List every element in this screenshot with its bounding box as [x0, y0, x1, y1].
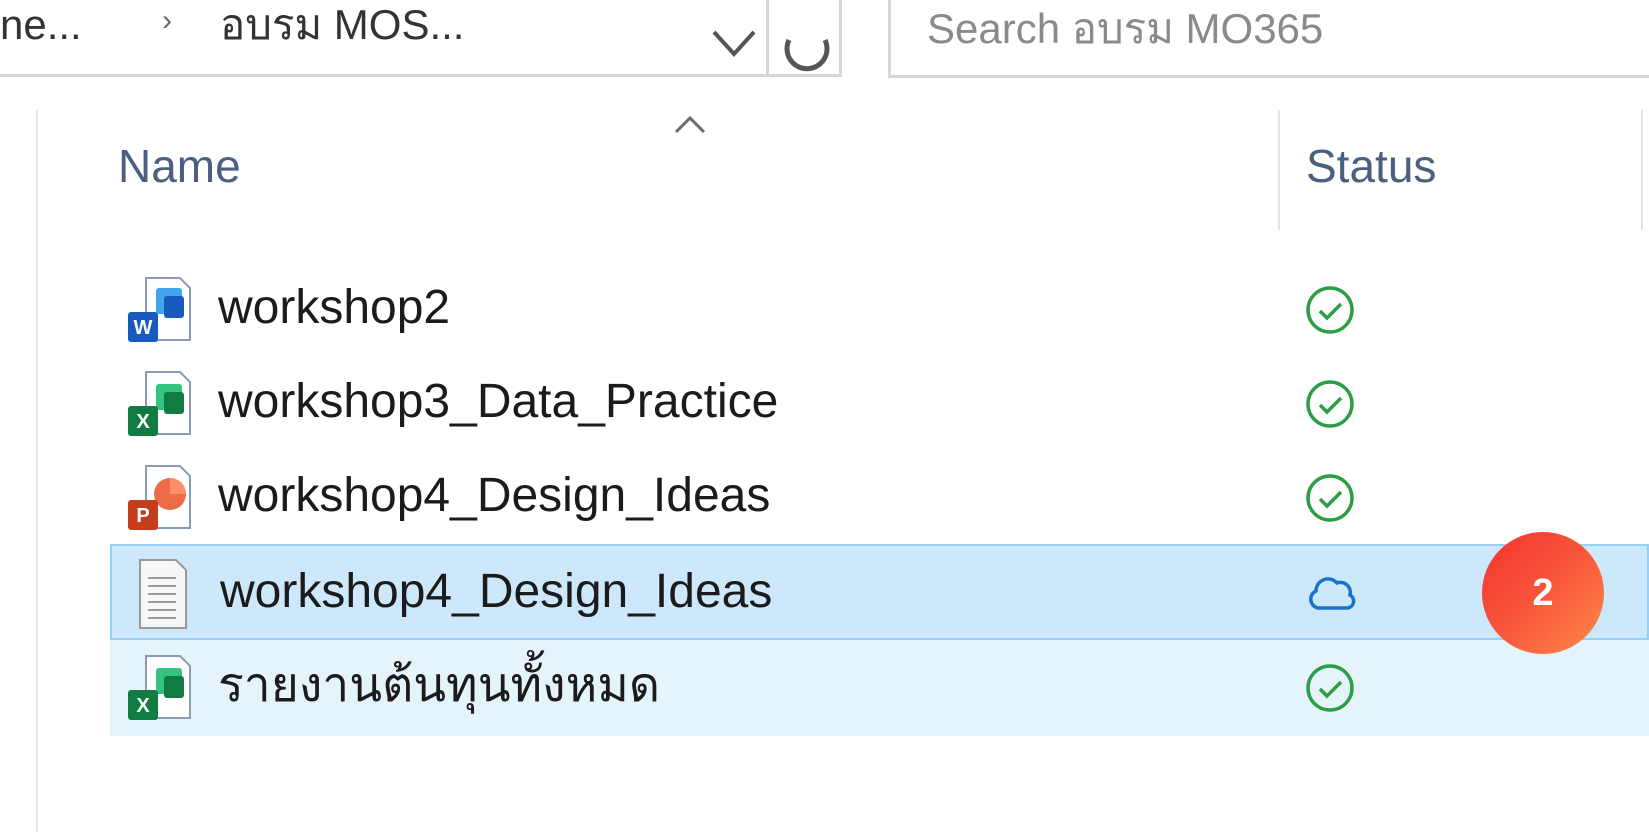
- file-name: workshop4_Design_Ideas: [220, 565, 773, 618]
- breadcrumb-separator: ›: [162, 4, 172, 37]
- address-bar[interactable]: ne... › อบรม MOS...: [0, 0, 842, 77]
- svg-text:P: P: [136, 505, 149, 527]
- file-name: workshop3_Data_Practice: [218, 375, 779, 428]
- synced-check-icon: [1306, 474, 1354, 522]
- search-placeholder: Search อบรม MO365: [927, 5, 1324, 52]
- column-header-name[interactable]: Name: [110, 110, 1278, 230]
- sort-ascending-icon: [674, 115, 706, 134]
- word-icon: W: [128, 277, 191, 342]
- breadcrumb-item-parent[interactable]: ne...: [0, 0, 82, 56]
- column-header-status[interactable]: Status: [1278, 110, 1643, 230]
- file-row[interactable]: P workshop4_Design_Ideas: [110, 450, 1649, 546]
- excel-icon: X: [128, 371, 191, 436]
- file-explorer: ne... › อบรม MOS... Search อบรม MO365 Na…: [0, 0, 1649, 832]
- svg-text:X: X: [136, 695, 150, 717]
- search-input[interactable]: Search อบรม MO365: [888, 0, 1649, 78]
- file-row-selected[interactable]: workshop4_Design_Ideas: [110, 544, 1649, 640]
- file-row[interactable]: W workshop2: [110, 262, 1649, 358]
- synced-check-icon: [1306, 286, 1354, 334]
- chevron-down-icon: [712, 30, 756, 57]
- file-name: workshop4_Design_Ideas: [218, 469, 771, 522]
- file-name: workshop2: [218, 281, 451, 334]
- refresh-icon: [784, 38, 830, 72]
- navigation-pane-divider[interactable]: [36, 110, 38, 832]
- text-document-icon: [139, 559, 187, 629]
- column-label-name: Name: [118, 140, 241, 192]
- column-label-status: Status: [1306, 140, 1437, 192]
- svg-text:X: X: [136, 411, 150, 433]
- file-row-hover[interactable]: X รายงานต้นทุนทั้งหมด: [110, 640, 1649, 736]
- synced-check-icon: [1306, 380, 1354, 428]
- file-name: รายงานต้นทุนทั้งหมด: [218, 659, 661, 712]
- synced-check-icon: [1306, 664, 1354, 712]
- cloud-only-icon: [1309, 577, 1356, 610]
- refresh-button[interactable]: [766, 0, 842, 77]
- step-number-badge: 2: [1482, 532, 1604, 654]
- excel-icon: X: [128, 655, 191, 720]
- powerpoint-icon: P: [128, 465, 191, 530]
- breadcrumb-item-current[interactable]: อบรม MOS...: [220, 0, 464, 56]
- svg-text:W: W: [134, 317, 153, 339]
- address-history-dropdown[interactable]: [706, 0, 762, 72]
- file-row[interactable]: X workshop3_Data_Practice: [110, 356, 1649, 452]
